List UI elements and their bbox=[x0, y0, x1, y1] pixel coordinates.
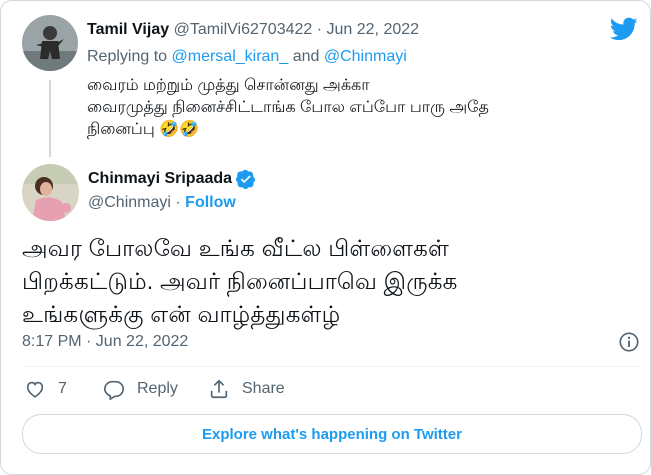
main-author-handle[interactable]: @Chinmayi bbox=[88, 194, 171, 211]
avatar-tamil-vijay[interactable] bbox=[22, 15, 78, 71]
follow-link[interactable]: Follow bbox=[185, 194, 236, 211]
twitter-bird-icon[interactable] bbox=[610, 15, 638, 43]
heart-icon bbox=[26, 381, 44, 398]
thread-connector-line bbox=[49, 80, 51, 157]
replying-and: and bbox=[292, 48, 320, 65]
like-button[interactable]: 7 bbox=[24, 378, 67, 400]
main-author-row: Chinmayi Sripaada bbox=[88, 169, 256, 189]
replying-to-line: Replying to @mersal_kiran_ and @Chinmayi bbox=[87, 48, 407, 66]
share-label: Share bbox=[242, 380, 285, 397]
reply-icon bbox=[104, 380, 124, 400]
like-count: 7 bbox=[58, 380, 67, 397]
share-icon bbox=[210, 379, 228, 399]
divider bbox=[22, 366, 640, 367]
reply-author-handle[interactable]: @TamilVi62703422 bbox=[174, 21, 313, 38]
main-handle-row: @Chinmayi · Follow bbox=[88, 194, 236, 212]
separator-dot: · bbox=[316, 21, 323, 38]
main-tweet-text: அவர போலவே உங்க வீட்ல பிள்ளைகள் பிறக்கட்ட… bbox=[22, 232, 622, 331]
mention-chinmayi[interactable]: @Chinmayi bbox=[324, 48, 407, 65]
reply-text-line: நினைப்பு 🤣🤣 bbox=[87, 121, 200, 138]
reply-tweet-text: வைரம் மற்றும் முத்து சொன்னது அக்கா வைரமு… bbox=[87, 75, 647, 141]
explore-label: Explore what's happening on Twitter bbox=[202, 425, 462, 443]
reply-label: Reply bbox=[137, 380, 178, 397]
reply-header: Tamil Vijay @TamilVi62703422 · Jun 22, 2… bbox=[87, 21, 419, 39]
tweet-timestamp[interactable]: 8:17 PM · Jun 22, 2022 bbox=[22, 333, 188, 351]
mention-mersal-kiran[interactable]: @mersal_kiran_ bbox=[172, 48, 289, 65]
reply-text-line: வைரமுத்து நினைச்சிட்டாங்க போல எப்போ பாரு… bbox=[87, 99, 489, 116]
verified-badge-icon bbox=[236, 169, 256, 189]
explore-twitter-button[interactable]: Explore what's happening on Twitter bbox=[22, 414, 642, 454]
main-author-name[interactable]: Chinmayi Sripaada bbox=[88, 170, 232, 188]
share-button[interactable]: Share bbox=[208, 378, 285, 400]
reply-author-name[interactable]: Tamil Vijay bbox=[87, 21, 169, 38]
reply-text-line: வைரம் மற்றும் முத்து சொன்னது அக்கா bbox=[87, 77, 370, 94]
avatar-chinmayi[interactable] bbox=[22, 164, 79, 221]
main-text-line: அவர போலவே உங்க வீட்ல பிள்ளைகள் bbox=[22, 235, 449, 261]
main-text-line: பிறக்கட்டும். அவர் நினைப்பாவெ இருக்க bbox=[22, 268, 458, 294]
reply-date[interactable]: Jun 22, 2022 bbox=[327, 21, 420, 38]
info-icon[interactable] bbox=[618, 331, 640, 353]
reply-button[interactable]: Reply bbox=[103, 378, 178, 400]
separator-dot: · bbox=[175, 194, 181, 211]
main-text-line: உங்களுக்கு என் வாழ்த்துகள்ழ் bbox=[22, 301, 341, 327]
replying-to-prefix: Replying to bbox=[87, 48, 168, 65]
